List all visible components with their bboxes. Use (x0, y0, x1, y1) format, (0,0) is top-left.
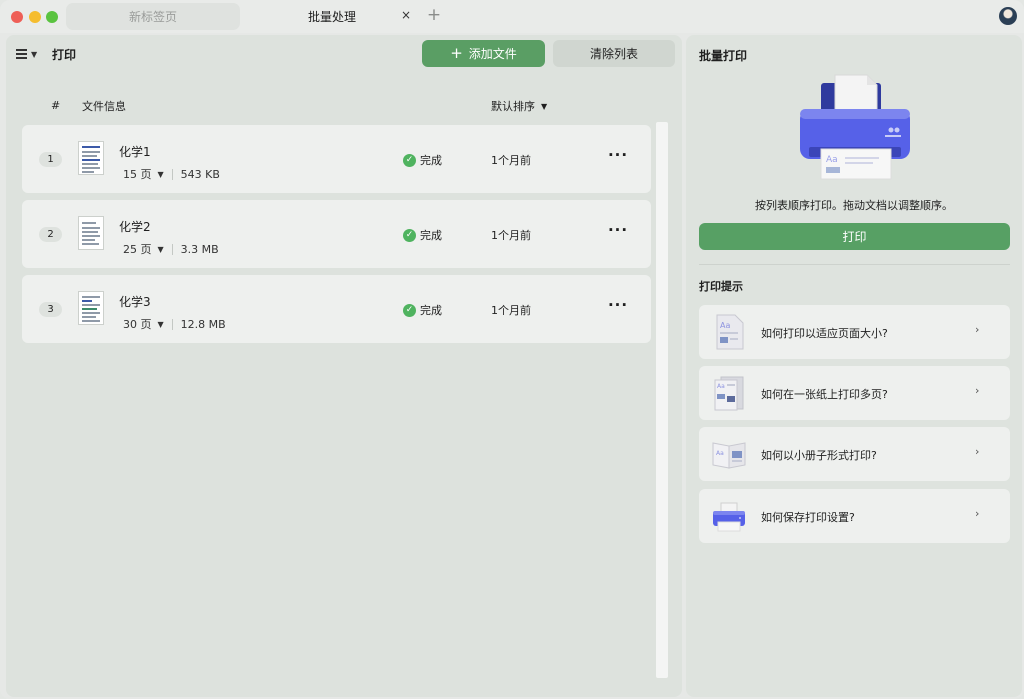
file-time: 1个月前 (491, 154, 531, 167)
printer-illustration: Aa (800, 74, 910, 180)
close-window-button[interactable] (11, 11, 23, 23)
file-list-panel: ▼ 打印 + 添加文件 清除列表 # 文件信息 默认排序 ▼ 1 化学1 15 … (6, 35, 682, 697)
sort-label: 默认排序 (491, 100, 535, 113)
booklet-icon: Aa (712, 442, 746, 469)
title-bar: 新标签页 批量处理 × + (0, 0, 1024, 33)
multi-page-icon: Aa (714, 376, 744, 411)
more-options-icon[interactable]: ··· (607, 148, 629, 165)
row-index: 3 (39, 302, 62, 317)
panel-description: 按列表顺序打印。拖动文档以调整顺序。 (755, 199, 953, 212)
more-options-icon[interactable]: ··· (607, 298, 629, 315)
status-badge: ✓ 完成 (403, 227, 442, 243)
tab-close-icon[interactable]: × (399, 8, 413, 22)
print-button[interactable]: 打印 (699, 223, 1010, 250)
tip-fit-page[interactable]: Aa 如何打印以适应页面大小? › (699, 305, 1010, 359)
file-size: 12.8 MB (180, 317, 226, 331)
file-name: 化学1 (119, 145, 151, 159)
svg-text:Aa: Aa (720, 321, 730, 330)
menu-icon (16, 49, 27, 59)
chevron-down-icon: ▼ (31, 49, 38, 59)
tab-new[interactable]: 新标签页 (66, 3, 240, 30)
avatar[interactable] (999, 7, 1017, 25)
page-title: 打印 (52, 48, 77, 62)
page-count[interactable]: 15 页 (123, 166, 152, 182)
printer-icon (713, 502, 745, 532)
tip-label: 如何在一张纸上打印多页? (761, 388, 888, 401)
more-options-icon[interactable]: ··· (607, 223, 629, 240)
chevron-right-icon: › (975, 323, 980, 336)
table-row[interactable]: 1 化学1 15 页 ▼ 543 KB ✓ 完成 1个月前 ··· (22, 125, 651, 193)
divider (699, 264, 1010, 265)
clear-list-button[interactable]: 清除列表 (553, 40, 675, 67)
chevron-right-icon: › (975, 507, 980, 520)
status-label: 完成 (420, 304, 442, 317)
check-icon: ✓ (403, 153, 416, 167)
chevron-down-icon[interactable]: ▼ (158, 170, 164, 179)
chevron-down-icon[interactable]: ▼ (158, 320, 164, 329)
add-files-label: 添加文件 (468, 47, 517, 61)
status-label: 完成 (420, 154, 442, 167)
chevron-right-icon: › (975, 445, 980, 458)
tips-title: 打印提示 (699, 280, 743, 293)
file-meta: 25 页 ▼ 3.3 MB (123, 241, 219, 257)
file-name: 化学3 (119, 295, 151, 309)
tip-label: 如何打印以适应页面大小? (761, 327, 888, 340)
scrollbar[interactable] (656, 122, 668, 678)
document-thumbnail (78, 216, 104, 250)
chevron-down-icon: ▼ (541, 101, 548, 111)
svg-text:Aa: Aa (826, 155, 838, 165)
check-icon: ✓ (403, 303, 416, 317)
status-badge: ✓ 完成 (403, 152, 442, 168)
menu-button[interactable]: ▼ (16, 47, 40, 61)
page-count[interactable]: 25 页 (123, 241, 152, 257)
page-count[interactable]: 30 页 (123, 316, 152, 332)
tip-booklet[interactable]: Aa 如何以小册子形式打印? › (699, 427, 1010, 481)
fit-page-icon: Aa (716, 314, 744, 350)
svg-text:Aa: Aa (716, 450, 724, 457)
minimize-window-button[interactable] (29, 11, 41, 23)
tip-save-settings[interactable]: 如何保存打印设置? › (699, 489, 1010, 543)
panel-title: 批量打印 (699, 49, 748, 63)
document-thumbnail (78, 141, 104, 175)
file-meta: 30 页 ▼ 12.8 MB (123, 316, 226, 332)
plus-icon: + (450, 44, 463, 62)
batch-print-panel: 批量打印 Aa 按列表顺序打印。拖动文档以调整顺序。 打印 打印提示 Aa 如何… (686, 35, 1022, 697)
file-size: 3.3 MB (180, 242, 219, 256)
chevron-right-icon: › (975, 384, 980, 397)
column-header-number: # (51, 99, 61, 112)
chevron-down-icon[interactable]: ▼ (158, 245, 164, 254)
zoom-window-button[interactable] (46, 11, 58, 23)
file-size: 543 KB (180, 167, 220, 181)
table-row[interactable]: 2 化学2 25 页 ▼ 3.3 MB ✓ 完成 1个月前 ··· (22, 200, 651, 268)
status-label: 完成 (420, 229, 442, 242)
add-tab-icon[interactable]: + (426, 6, 442, 24)
tip-label: 如何以小册子形式打印? (761, 449, 877, 462)
add-files-button[interactable]: + 添加文件 (422, 40, 545, 67)
status-badge: ✓ 完成 (403, 302, 442, 318)
column-header-info: 文件信息 (82, 100, 126, 113)
svg-text:Aa: Aa (717, 383, 725, 390)
sort-dropdown[interactable]: 默认排序 ▼ (491, 98, 547, 114)
app-window: 新标签页 批量处理 × + ▼ 打印 + 添加文件 清除列表 # 文件信息 默认… (0, 0, 1024, 699)
file-time: 1个月前 (491, 304, 531, 317)
file-name: 化学2 (119, 220, 151, 234)
check-icon: ✓ (403, 228, 416, 242)
row-index: 1 (39, 152, 62, 167)
tip-label: 如何保存打印设置? (761, 511, 855, 524)
table-row[interactable]: 3 化学3 30 页 ▼ 12.8 MB ✓ 完成 1个月前 ··· (22, 275, 651, 343)
file-time: 1个月前 (491, 229, 531, 242)
tip-multi-page[interactable]: Aa 如何在一张纸上打印多页? › (699, 366, 1010, 420)
tab-batch[interactable]: 批量处理 (243, 3, 421, 30)
document-thumbnail (78, 291, 104, 325)
file-meta: 15 页 ▼ 543 KB (123, 166, 220, 182)
row-index: 2 (39, 227, 62, 242)
